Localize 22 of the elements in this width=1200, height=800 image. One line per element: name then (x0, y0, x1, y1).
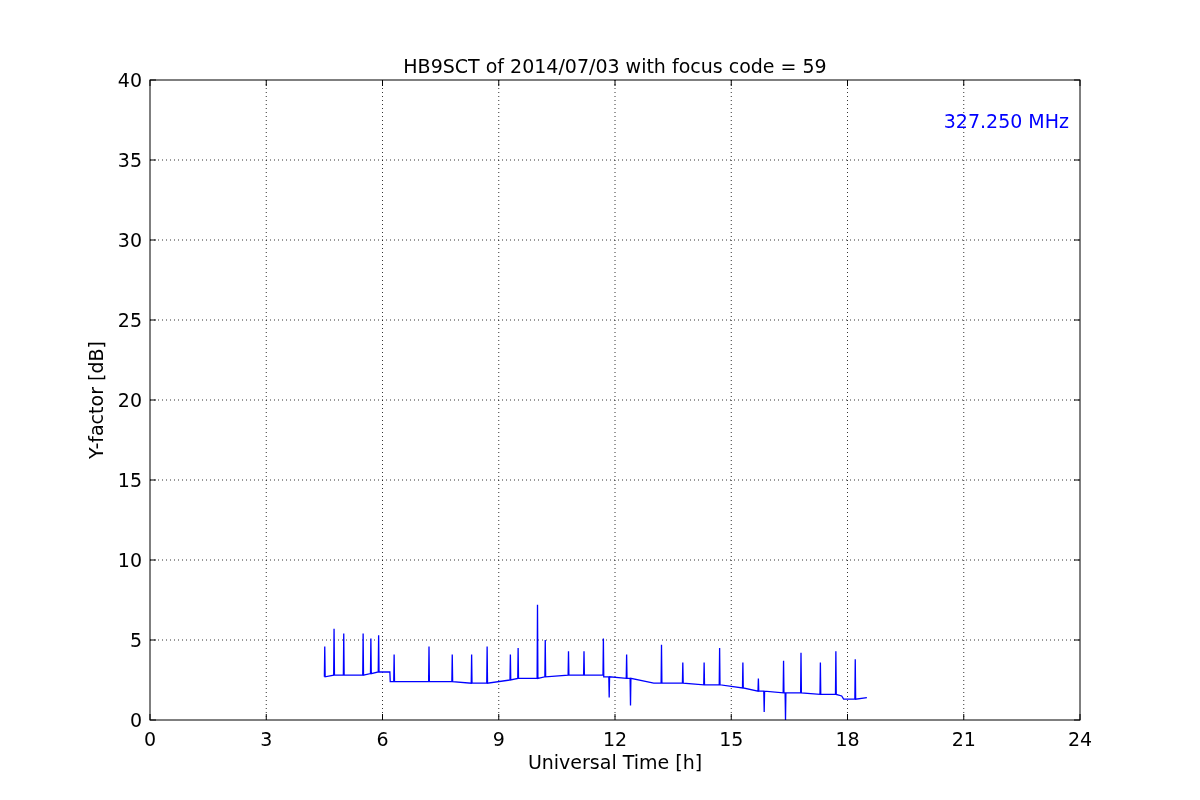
chart-title: HB9SCT of 2014/07/03 with focus code = 59 (403, 55, 827, 77)
y-tick-label: 35 (117, 149, 142, 171)
x-tick-label: 6 (376, 728, 389, 750)
y-axis-title: Y-factor [dB] (85, 341, 107, 459)
y-tick-label: 40 (117, 69, 142, 91)
x-tick-label: 18 (835, 728, 860, 750)
x-tick-label: 0 (143, 728, 157, 750)
y-tick-label: 5 (129, 629, 142, 651)
x-tick-label: 24 (1067, 728, 1093, 750)
y-tick-label: 15 (117, 469, 142, 491)
y-tick-label: 0 (129, 709, 142, 731)
y-tick-label: 10 (117, 549, 142, 571)
x-tick-label: 9 (492, 728, 505, 750)
y-tick-label: 20 (117, 389, 142, 411)
x-tick-label: 15 (719, 728, 744, 750)
x-tick-label: 12 (602, 728, 628, 750)
x-tick-label: 21 (951, 728, 976, 750)
x-axis-title: Universal Time [h] (527, 751, 703, 773)
x-tick-label: 3 (260, 728, 273, 750)
series-label: 327.250 MHz (943, 110, 1069, 132)
y-tick-label: 25 (117, 309, 142, 331)
y-tick-label: 30 (117, 229, 142, 251)
